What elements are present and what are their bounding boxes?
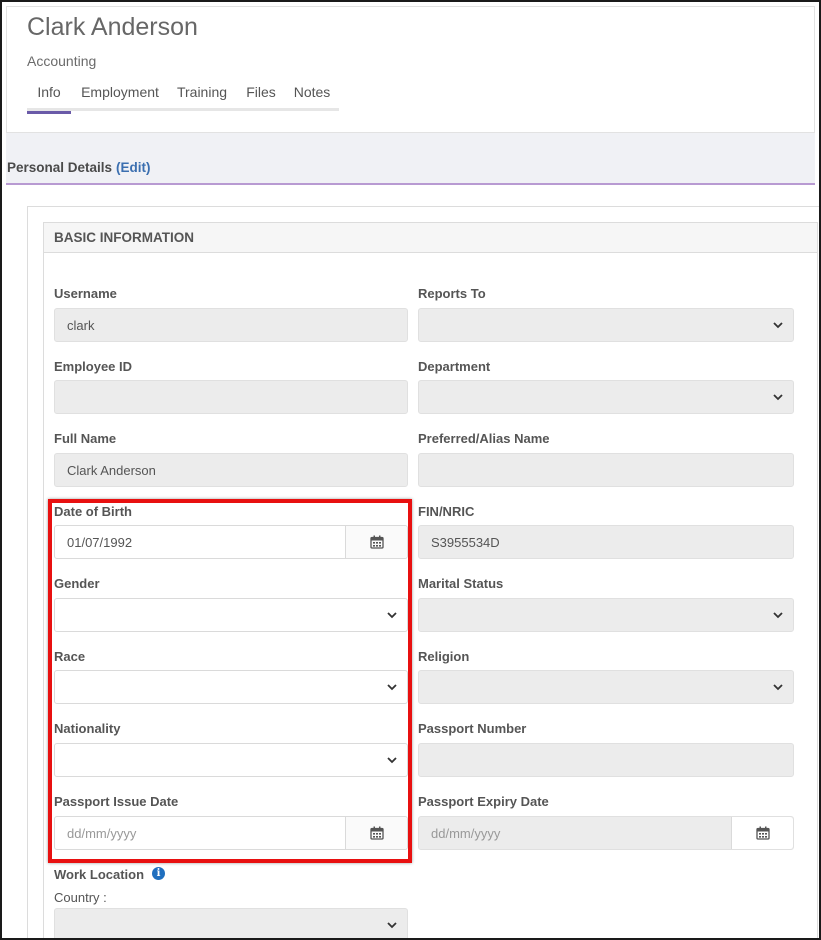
- passport-issue-date-label: Passport Issue Date: [54, 794, 179, 809]
- section-divider: [6, 183, 815, 185]
- preferred-name-field[interactable]: [418, 453, 794, 487]
- passport-expiry-date-field[interactable]: dd/mm/yyyy: [418, 816, 794, 850]
- chevron-down-icon: [773, 684, 783, 691]
- section-band: [6, 132, 815, 184]
- nationality-label: Nationality: [54, 721, 121, 736]
- date-of-birth-field[interactable]: 01/07/1992: [54, 525, 408, 559]
- date-of-birth-calendar-button[interactable]: [345, 526, 407, 558]
- marital-status-select[interactable]: [418, 598, 794, 632]
- passport-expiry-date-label: Passport Expiry Date: [418, 794, 549, 809]
- chevron-down-icon: [387, 757, 397, 764]
- username-value: clark: [67, 318, 95, 333]
- department-label: Department: [418, 359, 491, 374]
- section-title-text: Personal Details: [7, 160, 113, 175]
- date-of-birth-value: 01/07/1992: [67, 535, 133, 550]
- section-title: Personal Details (Edit): [7, 160, 151, 175]
- gender-select[interactable]: [54, 598, 408, 632]
- reports-to-select[interactable]: [418, 308, 794, 342]
- username-label: Username: [54, 286, 117, 301]
- chevron-down-icon: [773, 612, 783, 619]
- panel-title: BASIC INFORMATION: [54, 230, 194, 245]
- chevron-down-icon: [387, 684, 397, 691]
- employee-id-label: Employee ID: [54, 359, 133, 374]
- tab-employment[interactable]: Employment: [77, 79, 163, 111]
- gender-label: Gender: [54, 576, 100, 591]
- chevron-down-icon: [773, 394, 783, 401]
- app-frame: Clark Anderson Accounting Info Employmen…: [0, 0, 821, 940]
- reports-to-label: Reports To: [418, 286, 486, 301]
- passport-expiry-date-placeholder: dd/mm/yyyy: [431, 826, 501, 841]
- chevron-down-icon: [387, 922, 397, 929]
- passport-issue-calendar-button[interactable]: [345, 817, 407, 849]
- username-field[interactable]: clark: [54, 308, 408, 342]
- race-select[interactable]: [54, 670, 408, 704]
- employee-name: Clark Anderson: [27, 13, 198, 41]
- preferred-name-label: Preferred/Alias Name: [418, 431, 550, 446]
- passport-number-field[interactable]: [418, 743, 794, 777]
- tab-info[interactable]: Info: [27, 79, 71, 114]
- full-name-field[interactable]: Clark Anderson: [54, 453, 408, 487]
- employee-department: Accounting: [27, 53, 97, 69]
- tab-files[interactable]: Files: [243, 79, 279, 111]
- chevron-down-icon: [387, 612, 397, 619]
- fin-nric-value: S3955534D: [431, 535, 500, 550]
- edit-link[interactable]: (Edit): [116, 160, 151, 175]
- religion-label: Religion: [418, 649, 470, 664]
- work-location-label: Work Location: [54, 867, 145, 882]
- religion-select[interactable]: [418, 670, 794, 704]
- info-icon[interactable]: i: [152, 867, 165, 880]
- chevron-down-icon: [773, 322, 783, 329]
- full-name-label: Full Name: [54, 431, 117, 446]
- full-name-value: Clark Anderson: [67, 463, 156, 478]
- passport-issue-date-placeholder: dd/mm/yyyy: [67, 826, 137, 841]
- calendar-icon: [370, 826, 384, 840]
- country-label: Country :: [54, 890, 107, 905]
- nationality-select[interactable]: [54, 743, 408, 777]
- profile-tabs: Info Employment Training Files Notes: [27, 79, 339, 114]
- marital-status-label: Marital Status: [418, 576, 504, 591]
- panel-heading: BASIC INFORMATION: [44, 223, 817, 253]
- fin-nric-field[interactable]: S3955534D: [418, 525, 794, 559]
- date-of-birth-label: Date of Birth: [54, 504, 132, 519]
- race-label: Race: [54, 649, 86, 664]
- passport-issue-date-field[interactable]: dd/mm/yyyy: [54, 816, 408, 850]
- department-select[interactable]: [418, 380, 794, 414]
- passport-expiry-calendar-button[interactable]: [731, 817, 793, 849]
- employee-id-field[interactable]: [54, 380, 408, 414]
- fin-nric-label: FIN/NRIC: [418, 504, 475, 519]
- calendar-icon: [370, 535, 384, 549]
- calendar-icon: [756, 826, 770, 840]
- employee-header: Clark Anderson Accounting Info Employmen…: [6, 6, 815, 132]
- tab-notes[interactable]: Notes: [291, 79, 333, 111]
- tab-training[interactable]: Training: [173, 79, 231, 111]
- passport-number-label: Passport Number: [418, 721, 527, 736]
- country-select[interactable]: [54, 908, 408, 938]
